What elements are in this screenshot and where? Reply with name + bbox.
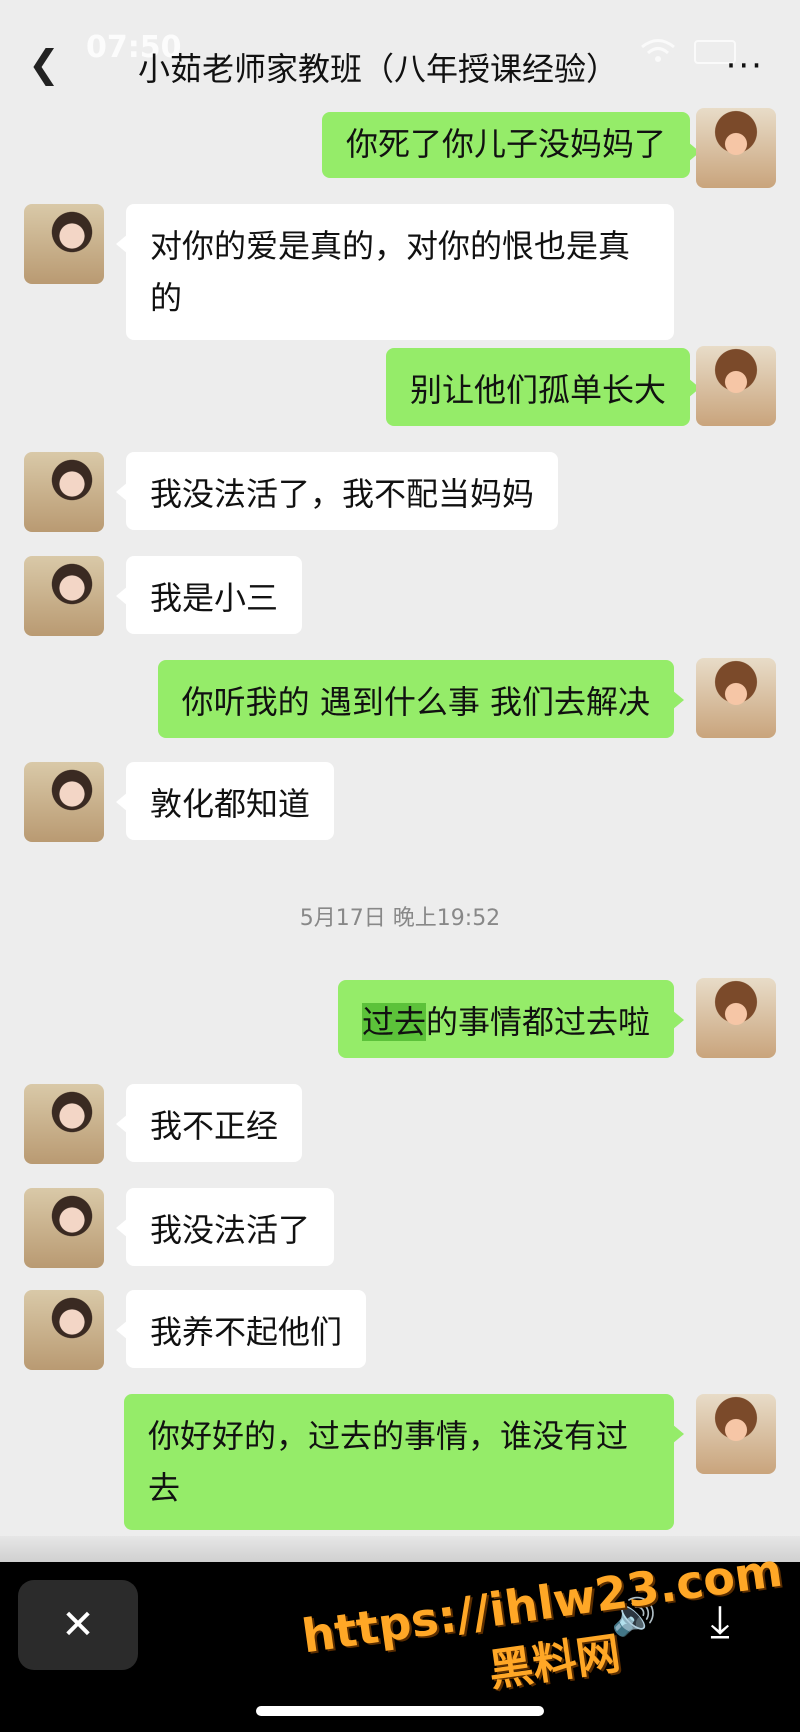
message-text: 我不正经 [150, 1107, 279, 1145]
my-avatar[interactable] [696, 1394, 776, 1474]
contact-avatar[interactable] [24, 762, 104, 842]
contact-avatar[interactable] [24, 1084, 104, 1164]
message-text: 你死了你儿子没妈妈了 [345, 125, 666, 163]
chat-timestamp: 5月17日 晚上19:52 [299, 906, 501, 931]
contact-avatar[interactable] [24, 1290, 104, 1370]
message-received[interactable]: 敦化都知道 [115, 762, 335, 840]
message-text: 对你的爱是真的，对你的恨也是真的 [150, 227, 631, 317]
contact-avatar[interactable] [24, 1188, 104, 1268]
chat-title: 小茹老师家教班（八年授课经验） [138, 50, 619, 88]
message-sent[interactable]: 别让他们孤单长大 [385, 348, 701, 426]
message-text: 别让他们孤单长大 [409, 371, 666, 409]
message-text: 的事情都过去啦 [425, 1003, 650, 1041]
message-text: 我没法活了，我不配当妈妈 [150, 475, 535, 513]
chevron-left-icon[interactable]: ❮ [28, 44, 68, 84]
my-avatar[interactable] [696, 658, 776, 738]
message-sent[interactable]: 你死了你儿子没妈妈了 [321, 112, 701, 178]
message-received[interactable]: 我没法活了 [115, 1188, 335, 1266]
contact-avatar[interactable] [24, 452, 104, 532]
message-text: 你听我的 遇到什么事 我们去解决 [181, 683, 650, 721]
my-avatar[interactable] [696, 108, 776, 188]
message-received[interactable]: 我养不起他们 [115, 1290, 367, 1368]
wifi-icon [641, 39, 675, 62]
message-sent[interactable]: 你听我的 遇到什么事 我们去解决 [157, 660, 685, 738]
message-text: 我没法活了 [150, 1211, 311, 1249]
highlighted-text: 过去 [361, 1003, 426, 1041]
more-options-button[interactable]: ··· [726, 46, 764, 86]
message-received[interactable]: 我是小三 [115, 556, 303, 634]
contact-avatar[interactable] [24, 556, 104, 636]
message-text: 我是小三 [150, 579, 279, 617]
chat-header: 07:50 ❮ 小茹老师家教班（八年授课经验） ··· [0, 0, 800, 110]
message-received[interactable]: 我不正经 [115, 1084, 303, 1162]
message-text: 你好好的，过去的事情，谁没有过去 [148, 1417, 629, 1507]
my-avatar[interactable] [696, 346, 776, 426]
close-icon[interactable]: ✕ [18, 1580, 138, 1670]
message-text: 敦化都知道 [150, 785, 311, 823]
message-sent[interactable]: 你好好的，过去的事情，谁没有过去 [124, 1394, 684, 1530]
contact-avatar[interactable] [24, 204, 104, 284]
message-text: 我养不起他们 [150, 1313, 343, 1351]
home-indicator[interactable] [256, 1706, 544, 1716]
my-avatar[interactable] [696, 978, 776, 1058]
message-received[interactable]: 对你的爱是真的，对你的恨也是真的 [116, 204, 674, 340]
message-received[interactable]: 我没法活了，我不配当妈妈 [115, 452, 559, 530]
message-sent[interactable]: 过去的事情都过去啦 [337, 980, 685, 1058]
